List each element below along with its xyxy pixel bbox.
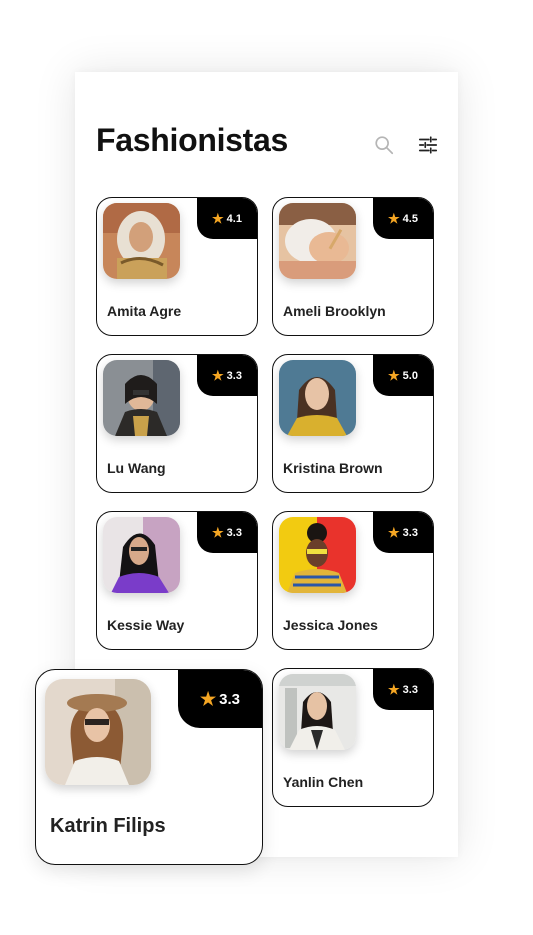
filter-sliders-icon[interactable] bbox=[417, 134, 441, 158]
rating-badge: ★ 4.1 bbox=[197, 198, 257, 239]
rating-badge: ★ 3.3 bbox=[197, 355, 257, 396]
profile-card[interactable]: ★ 3.3 Lu Wang bbox=[96, 354, 258, 493]
profile-card-highlighted[interactable]: ★ 3.3 Katrin Filips bbox=[35, 669, 263, 865]
avatar bbox=[279, 203, 356, 279]
profile-name: Jessica Jones bbox=[283, 617, 378, 633]
avatar bbox=[279, 360, 356, 436]
star-icon: ★ bbox=[388, 368, 400, 383]
star-icon: ★ bbox=[212, 211, 224, 226]
star-icon: ★ bbox=[212, 368, 224, 383]
avatar bbox=[103, 203, 180, 279]
rating-value: 3.3 bbox=[226, 369, 242, 382]
star-icon: ★ bbox=[212, 525, 224, 540]
profile-name: Katrin Filips bbox=[50, 815, 166, 837]
profile-name: Amita Agre bbox=[107, 303, 182, 319]
search-icon[interactable] bbox=[373, 134, 397, 158]
profile-name: Lu Wang bbox=[107, 460, 166, 476]
rating-badge: ★ 3.3 bbox=[373, 669, 433, 710]
rating-value: 3.3 bbox=[402, 683, 418, 696]
rating-value: 3.3 bbox=[219, 690, 240, 708]
profile-card[interactable]: ★ 4.1 Amita Agre bbox=[96, 197, 258, 336]
star-icon: ★ bbox=[388, 211, 400, 226]
rating-value: 5.0 bbox=[402, 369, 418, 382]
profile-card[interactable]: ★ 3.3 Jessica Jones bbox=[272, 511, 434, 650]
star-icon: ★ bbox=[200, 689, 217, 709]
avatar bbox=[103, 360, 180, 436]
profile-card[interactable]: ★ 3.3 Yanlin Chen bbox=[272, 668, 434, 807]
profile-name: Ameli Brooklyn bbox=[283, 303, 386, 319]
profile-card[interactable]: ★ 5.0 Kristina Brown bbox=[272, 354, 434, 493]
rating-value: 3.3 bbox=[226, 526, 242, 539]
profile-card[interactable]: ★ 3.3 Kessie Way bbox=[96, 511, 258, 650]
avatar bbox=[279, 674, 356, 750]
profile-name: Kessie Way bbox=[107, 617, 185, 633]
rating-badge: ★ 5.0 bbox=[373, 355, 433, 396]
rating-value: 4.5 bbox=[402, 212, 418, 225]
profile-card[interactable]: ★ 4.5 Ameli Brooklyn bbox=[272, 197, 434, 336]
rating-badge: ★ 3.3 bbox=[178, 670, 262, 728]
star-icon: ★ bbox=[388, 525, 400, 540]
star-icon: ★ bbox=[388, 682, 400, 697]
profile-name: Kristina Brown bbox=[283, 460, 383, 476]
rating-badge: ★ 3.3 bbox=[373, 512, 433, 553]
avatar bbox=[103, 517, 180, 593]
rating-badge: ★ 4.5 bbox=[373, 198, 433, 239]
page-title: Fashionistas bbox=[96, 122, 289, 158]
profile-name: Yanlin Chen bbox=[283, 774, 364, 790]
avatar bbox=[45, 679, 151, 785]
avatar bbox=[279, 517, 356, 593]
rating-value: 3.3 bbox=[402, 526, 418, 539]
rating-badge: ★ 3.3 bbox=[197, 512, 257, 553]
rating-value: 4.1 bbox=[226, 212, 242, 225]
